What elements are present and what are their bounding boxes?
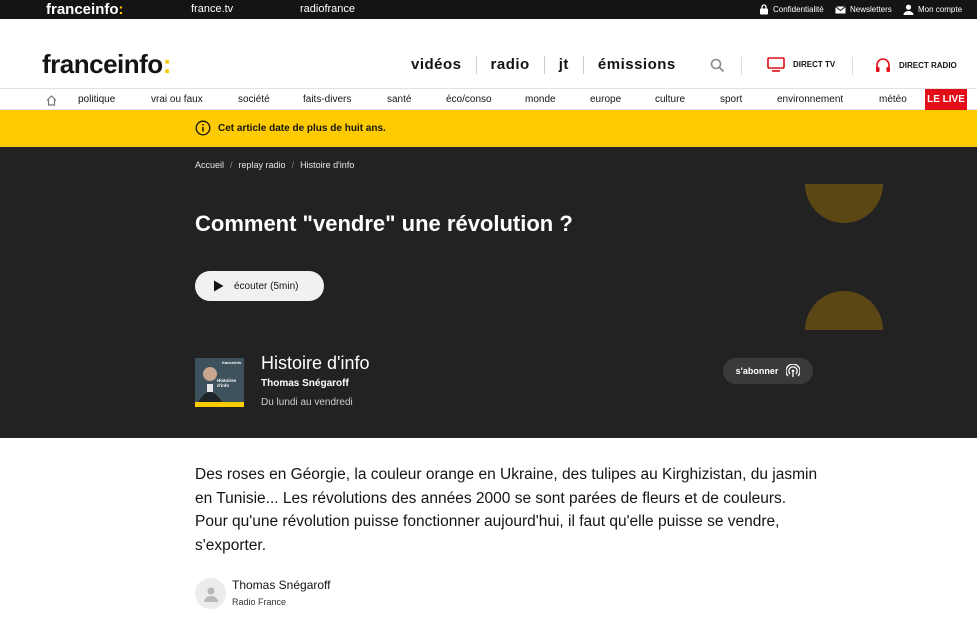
- logo-text: franceinfo: [42, 49, 163, 79]
- article-hero: Accueil / replay radio / Histoire d'info…: [0, 147, 977, 438]
- newsletters-link[interactable]: Newsletters: [835, 0, 892, 19]
- privacy-link[interactable]: Confidentialité: [759, 0, 824, 19]
- decorative-half-circle-top: [805, 184, 883, 223]
- avatar-icon: [203, 587, 218, 602]
- category-eco-conso[interactable]: éco/conso: [446, 89, 492, 110]
- home-link[interactable]: [46, 93, 57, 111]
- show-thumbnail[interactable]: franceinfo Histoires d'info: [195, 358, 244, 407]
- category-meteo[interactable]: météo: [879, 89, 907, 110]
- link-france-tv[interactable]: france.tv: [191, 0, 233, 19]
- category-monde[interactable]: monde: [525, 89, 556, 110]
- author-organization: Radio France: [232, 597, 287, 607]
- outdated-article-text: Cet article date de plus de huit ans.: [218, 123, 386, 134]
- live-button[interactable]: LE LIVE: [925, 89, 967, 110]
- newsletters-label: Newsletters: [850, 5, 892, 14]
- thumbnail-brand: franceinfo: [222, 360, 242, 365]
- search-icon: [710, 58, 725, 73]
- topbar-brand-colon: :: [118, 1, 124, 18]
- category-sport[interactable]: sport: [720, 89, 742, 110]
- direct-radio-label: DIRECT RADIO: [899, 60, 957, 70]
- breadcrumb-accueil[interactable]: Accueil: [195, 160, 224, 170]
- thumbnail-title: Histoires d'info: [217, 378, 237, 388]
- subscribe-label: s'abonner: [735, 366, 779, 376]
- nav-item-jt[interactable]: jt: [545, 56, 584, 74]
- nav-item-emissions[interactable]: émissions: [584, 56, 690, 74]
- header-divider: [741, 57, 742, 75]
- category-europe[interactable]: europe: [590, 89, 621, 110]
- author-avatar[interactable]: [195, 578, 226, 609]
- topbar-brand-text: franceinfo: [46, 1, 119, 18]
- header-divider: [852, 57, 853, 75]
- subscribe-button[interactable]: s'abonner: [723, 358, 813, 384]
- info-icon: [195, 120, 211, 136]
- home-icon: [46, 95, 57, 106]
- author-name[interactable]: Thomas Snégaroff: [232, 578, 331, 592]
- listen-button[interactable]: écouter (5min): [195, 271, 324, 301]
- category-environnement[interactable]: environnement: [777, 89, 843, 110]
- show-host: Thomas Snégaroff: [261, 378, 349, 389]
- page-title: Comment "vendre" une révolution ?: [195, 211, 573, 236]
- category-societe[interactable]: société: [238, 89, 270, 110]
- user-icon: [903, 4, 914, 15]
- nav-item-videos[interactable]: vidéos: [397, 56, 477, 74]
- top-bar: franceinfo: france.tv radiofrance Confid…: [0, 0, 977, 19]
- topbar-brand[interactable]: franceinfo:: [46, 0, 124, 19]
- privacy-label: Confidentialité: [773, 5, 824, 14]
- thumbnail-yellow-bar: [195, 402, 244, 407]
- lock-icon: [760, 4, 768, 15]
- category-culture[interactable]: culture: [655, 89, 685, 110]
- main-nav: vidéos radio jt émissions: [397, 55, 690, 75]
- franceinfo-logo[interactable]: franceinfo:: [42, 49, 171, 79]
- nav-item-radio[interactable]: radio: [477, 56, 545, 74]
- logo-colon: :: [162, 49, 172, 79]
- decorative-half-circle-bottom: [805, 291, 883, 330]
- category-nav: politique vrai ou faux société faits-div…: [0, 89, 977, 110]
- search-button[interactable]: [710, 58, 725, 78]
- direct-tv-label: DIRECT TV: [793, 60, 836, 69]
- breadcrumb-separator: /: [291, 160, 295, 170]
- show-title[interactable]: Histoire d'info: [261, 353, 369, 374]
- show-schedule: Du lundi au vendredi: [261, 397, 353, 408]
- breadcrumb-separator: /: [230, 160, 233, 170]
- breadcrumb-histoire-d-info[interactable]: Histoire d'info: [300, 160, 354, 170]
- category-vrai-ou-faux[interactable]: vrai ou faux: [151, 89, 203, 110]
- headphones-icon: [876, 58, 890, 72]
- category-sante[interactable]: santé: [387, 89, 411, 110]
- breadcrumb-replay-radio[interactable]: replay radio: [239, 160, 286, 170]
- mail-icon: [835, 5, 846, 13]
- account-label: Mon compte: [918, 5, 963, 14]
- account-link[interactable]: Mon compte: [903, 0, 962, 19]
- direct-radio-link[interactable]: DIRECT RADIO: [875, 57, 957, 73]
- outdated-article-banner: Cet article date de plus de huit ans.: [0, 110, 977, 147]
- category-politique[interactable]: politique: [78, 89, 115, 110]
- podcast-icon: [786, 364, 801, 377]
- article-lead: Des roses en Géorgie, la couleur orange …: [195, 466, 818, 554]
- link-radiofrance[interactable]: radiofrance: [300, 0, 355, 19]
- play-icon: [214, 280, 224, 292]
- breadcrumb: Accueil / replay radio / Histoire d'info: [195, 160, 354, 170]
- direct-tv-link[interactable]: DIRECT TV: [767, 57, 835, 72]
- tv-icon: [767, 57, 785, 72]
- category-faits-divers[interactable]: faits-divers: [303, 89, 351, 110]
- main-header: franceinfo: vidéos radio jt émissions DI…: [0, 19, 977, 89]
- listen-label: écouter (5min): [234, 280, 299, 292]
